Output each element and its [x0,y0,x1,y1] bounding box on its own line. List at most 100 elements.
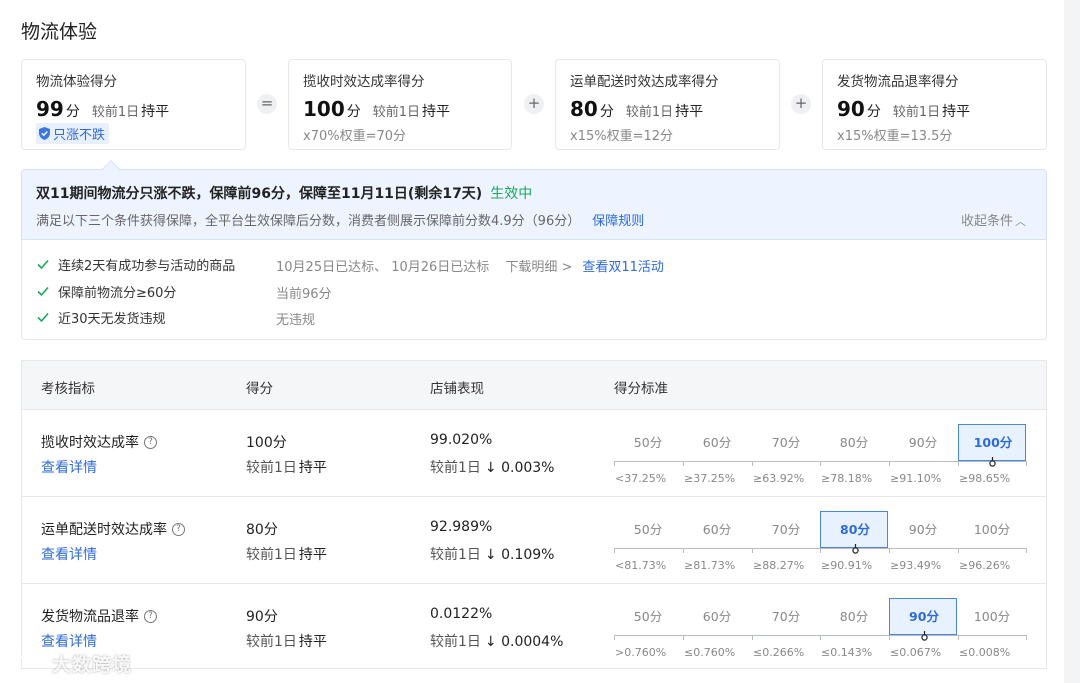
performance-compare: 较前1日 ↓ 0.0004% [430,631,563,651]
scale-segment: 50分 [614,598,682,635]
watermark: 大数跨境 [8,650,132,677]
scale-segment: 100分 [958,424,1026,461]
help-icon[interactable]: ? [144,609,157,623]
metric-label: 发货物流品退率 [41,609,139,625]
scale-label: 60分 [702,609,732,624]
card-compare-label: 较前1日 [892,105,941,120]
card-compare-value: 持平 [942,104,971,120]
card-return-score: 发货物流品退率得分 90 分 较前1日 持平 x15%权重=13.5分 [822,59,1047,150]
plus-operator: + [791,94,811,114]
help-icon[interactable]: ? [144,435,157,449]
view-details-link[interactable]: 查看详情 [41,631,97,651]
scale-segment: 60分 [683,511,751,548]
threshold-label: ≤0.143% [821,646,873,659]
scale-segment: 60分 [683,424,751,461]
view-details-link[interactable]: 查看详情 [41,544,97,564]
performance-compare: 较前1日 ↓ 0.109% [430,544,554,564]
metric-label: 揽收时效达成率 [41,435,139,451]
condition-label: 连续2天有成功参与活动的商品 [58,258,236,274]
badge-label: 只涨不跌 [53,128,106,143]
perf-compare-label: 较前1日 [430,460,481,476]
card-score: 90 [837,97,865,121]
threshold-label: ≤0.067% [890,646,942,659]
download-details-link[interactable]: 下载明细 > [505,260,572,275]
scale-label: 80分 [840,522,870,537]
performance-compare: 较前1日 ↓ 0.003% [430,457,554,477]
scale-segment: 70分 [752,598,820,635]
status-badge: 生效中 [490,186,533,202]
store-performance: 99.020% [430,432,493,448]
shield-check-icon [39,127,50,140]
help-icon[interactable]: ? [172,522,185,536]
collapse-conditions-button[interactable]: 收起条件 ︿ [961,210,1026,229]
header-score: 得分 [246,381,273,397]
check-icon [37,259,49,270]
threshold-label: ≥93.49% [890,559,942,572]
card-compare-label: 较前1日 [372,105,421,120]
condition-label: 近30天无发货违规 [58,311,166,327]
scale-segment: 80分 [820,598,888,635]
header-metric: 考核指标 [41,381,95,397]
smile-logo-icon [10,654,48,673]
card-weight: x15%权重=13.5分 [837,129,953,144]
card-score: 99 [36,97,64,121]
threshold-label: ≥98.65% [959,472,1011,485]
scale-label: 80分 [839,435,869,450]
scale-tick [958,635,959,640]
scale-label: 60分 [702,435,732,450]
metric-label: 运单配送时效达成率 [41,522,167,538]
card-weight: x70%权重=70分 [303,129,407,144]
table-row: 运单配送时效达成率? 查看详情 80分 较前1日 持平 92.989% 较前1日 ↓ 0.10… [22,497,1046,584]
threshold-label: >0.760% [615,646,667,659]
scale-tick [958,548,959,553]
table-row: 发货物流品退率? 查看详情 90分 较前1日 持平 0.0122% 较前1日 ↓ 0.0004… [22,584,1046,671]
perf-compare-label: 较前1日 [430,547,481,563]
scale-tick [614,548,615,553]
banner-title-text: 双11期间物流分只涨不跌，保障前96分，保障至11月11日(剩余17天) [36,186,483,202]
conditions-list: 连续2天有成功参与活动的商品 10月25日已达标、 10月26日已达标 下载明细 … [21,240,1047,340]
banner-description: 满足以下三个条件获得保障，全平台生效保障后分数，消费者侧展示保障前分数4.9分（… [36,210,644,229]
score-compare: 较前1日 持平 [246,631,327,651]
card-unit: 分 [599,104,614,120]
scale-label: 90分 [909,609,939,624]
scale-segment: 90分 [889,511,957,548]
threshold-label: ≥81.73% [684,559,736,572]
card-compare-label: 较前1日 [625,105,674,120]
table-row: 揽收时效达成率? 查看详情 100分较前1日 持平 99.020% 较前1日 ↓ 0.003… [22,410,1046,497]
score-compare-value: 持平 [298,547,327,563]
check-icon [37,286,49,297]
scale-segment: 60分 [683,598,751,635]
scale-tick [614,635,615,640]
view-details-link[interactable]: 查看详情 [41,457,97,477]
threshold-label: ≥63.92% [753,472,805,485]
scale-tick [958,461,959,466]
card-score: 100 [303,97,345,121]
condition-item: 近30天无发货违规 [36,307,166,327]
threshold-label: ≤0.760% [684,646,736,659]
scale-label: 90分 [908,522,938,537]
threshold-label: ≥78.18% [821,472,873,485]
threshold-label: ≥88.27% [753,559,805,572]
guarantee-rules-link[interactable]: 保障规则 [592,214,644,229]
metric-score: 80分 [246,522,278,538]
view-activity-link[interactable]: 查看双11活动 [582,260,664,275]
condition-item: 连续2天有成功参与活动的商品 [36,254,235,274]
scale-label: 70分 [771,435,801,450]
card-overall-score: 物流体验得分 99 分 较前1日 持平 只涨不跌 [21,59,246,150]
score-compare: 较前1日 持平 [246,457,327,477]
condition-value: 当前96分 [276,287,332,302]
banner-title: 双11期间物流分只涨不跌，保障前96分，保障至11月11日(剩余17天) 生效中 [36,183,532,203]
scale-segment: 70分 [752,511,820,548]
condition-item: 保障前物流分≥60分 [36,281,176,301]
threshold-label: ≤0.266% [753,646,805,659]
card-title: 运单配送时效达成率得分 [570,74,719,90]
right-scrollbar-strip[interactable] [1064,0,1080,683]
scale-tick [1026,461,1027,466]
table-header: 考核指标 得分 店铺表现 得分标准 [22,361,1046,410]
threshold-label: ≥91.10% [890,472,942,485]
condition-value: 无违规 [276,313,316,328]
card-title: 物流体验得分 [36,74,117,90]
guarantee-banner: 双11期间物流分只涨不跌，保障前96分，保障至11月11日(剩余17天) 生效中 … [21,169,1047,240]
card-weight: x15%权重=12分 [570,129,674,144]
position-marker-icon [852,544,859,554]
